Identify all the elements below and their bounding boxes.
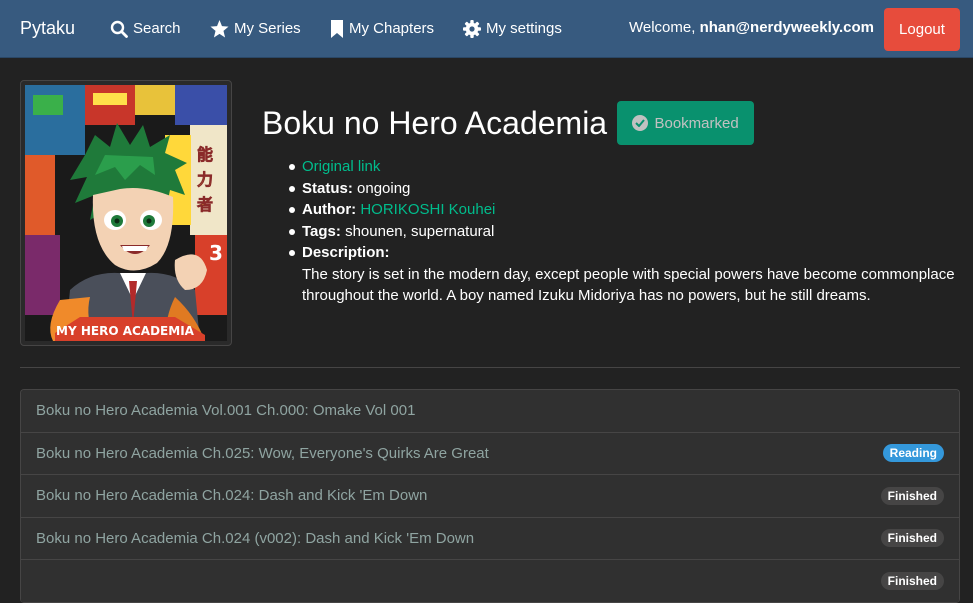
status-label: Status: (302, 179, 353, 197)
finished-badge: Finished (880, 571, 944, 590)
bookmarked-button[interactable]: Bookmarked (617, 101, 755, 145)
series-details: Original link Status: ongoing Author: HO… (289, 156, 962, 307)
gear-icon (463, 20, 481, 38)
description-text: The story is set in the modern day, exce… (302, 265, 955, 305)
search-icon (110, 20, 128, 38)
cover-logo-text: MY HERO ACADEMIA (56, 324, 195, 338)
status-value: ongoing (357, 179, 411, 197)
author-item: Author: HORIKOSHI Kouhei (289, 199, 962, 221)
chapter-row[interactable]: Finished (21, 560, 959, 603)
chapter-row[interactable]: Boku no Hero Academia Ch.024 (v002): Das… (21, 517, 959, 560)
welcome-prefix: Welcome, (629, 19, 696, 36)
welcome-text: Welcome, nhan@nerdyweekly.com (629, 19, 874, 36)
status-item: Status: ongoing (289, 178, 962, 200)
nav-settings-link[interactable]: My settings (463, 18, 562, 40)
divider (20, 367, 960, 368)
nav-search-label: Search (133, 20, 181, 37)
bookmarked-label: Bookmarked (654, 114, 739, 132)
nav-my-chapters-label: My Chapters (349, 20, 435, 37)
original-link-item: Original link (289, 156, 962, 178)
svg-text:3: 3 (209, 241, 223, 265)
series-title: Boku no Hero Academia (262, 105, 608, 141)
svg-text:者: 者 (196, 195, 213, 214)
finished-badge: Finished (880, 529, 944, 548)
nav-my-series-label: My Series (234, 20, 301, 37)
tags-item: Tags: shounen, supernatural (289, 221, 962, 243)
original-link[interactable]: Original link (302, 158, 380, 175)
nav-search-link[interactable]: Search (110, 18, 181, 40)
cover-image: 能 力 者 3 MY HERO ACADEMIA (25, 85, 227, 341)
check-circle-icon (632, 115, 649, 131)
brand-link[interactable]: Pytaku (20, 17, 75, 39)
chapter-row[interactable]: Boku no Hero Academia Vol.001 Ch.000: Om… (21, 390, 959, 433)
tags-value: shounen, supernatural (345, 222, 495, 240)
description-label: Description: (302, 244, 390, 261)
star-icon (210, 20, 229, 38)
chapter-title[interactable]: Boku no Hero Academia Ch.025: Wow, Every… (36, 445, 489, 462)
chapter-list: Boku no Hero Academia Vol.001 Ch.000: Om… (20, 389, 960, 603)
series-header: Boku no Hero Academia Bookmarked (262, 101, 755, 145)
series-cover: 能 力 者 3 MY HERO ACADEMIA (20, 80, 232, 346)
nav-settings-label: My settings (486, 20, 562, 37)
bookmark-icon (330, 20, 344, 38)
navbar: Pytaku Search My Series My Chapters My s… (0, 0, 973, 58)
user-email: nhan@nerdyweekly.com (699, 19, 874, 36)
chapter-row[interactable]: Boku no Hero Academia Ch.025: Wow, Every… (21, 432, 959, 475)
svg-text:能: 能 (197, 145, 213, 164)
chapter-row[interactable]: Boku no Hero Academia Ch.024: Dash and K… (21, 475, 959, 518)
author-link[interactable]: HORIKOSHI Kouhei (360, 201, 495, 218)
description-item: Description: The story is set in the mod… (289, 242, 962, 307)
svg-text:力: 力 (197, 170, 213, 189)
chapter-title[interactable]: Boku no Hero Academia Ch.024 (v002): Das… (36, 530, 474, 547)
tags-label: Tags: (302, 222, 341, 240)
reading-badge: Reading (882, 444, 944, 463)
nav-my-series-link[interactable]: My Series (210, 18, 301, 40)
nav-my-chapters-link[interactable]: My Chapters (330, 18, 434, 40)
chapter-title[interactable]: Boku no Hero Academia Vol.001 Ch.000: Om… (36, 402, 415, 419)
author-label: Author: (302, 201, 357, 218)
finished-badge: Finished (880, 486, 944, 505)
chapter-title[interactable]: Boku no Hero Academia Ch.024: Dash and K… (36, 487, 427, 504)
logout-button[interactable]: Logout (884, 8, 960, 51)
